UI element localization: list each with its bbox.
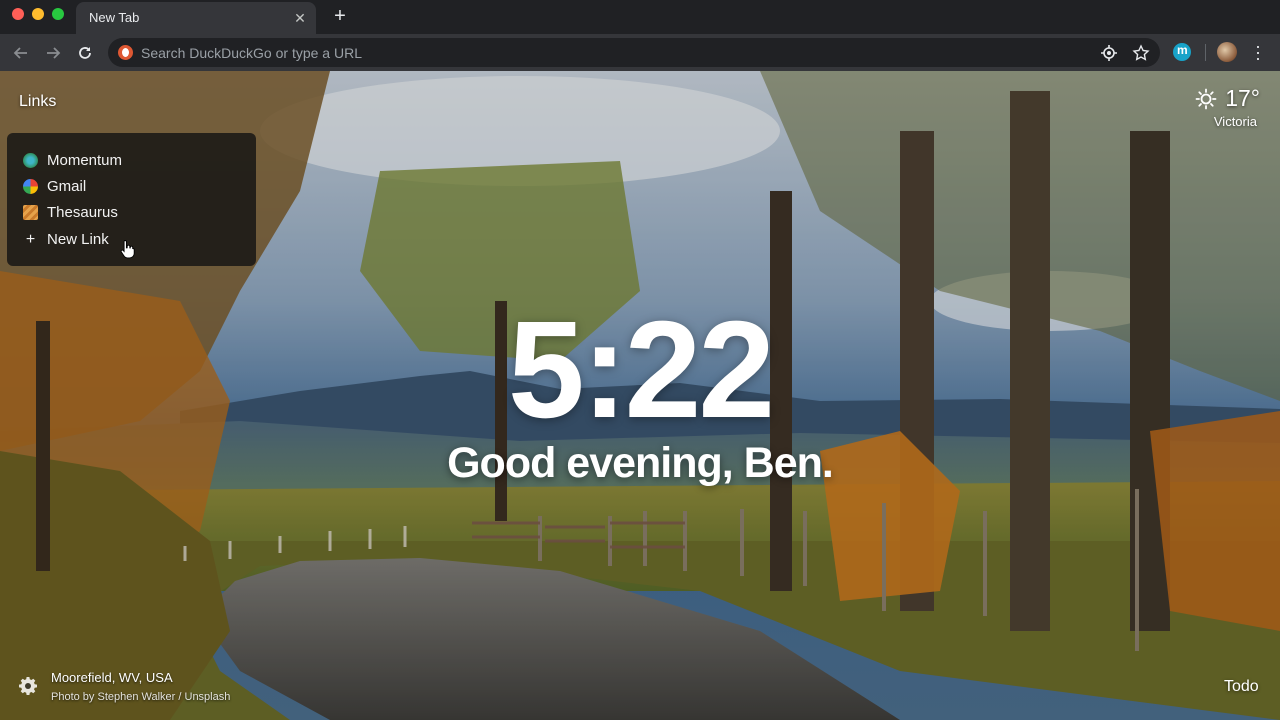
link-label: Momentum: [47, 151, 123, 169]
minimize-window-button[interactable]: [32, 8, 44, 20]
link-item-gmail[interactable]: Gmail: [23, 175, 86, 197]
forward-button[interactable]: [42, 42, 64, 64]
back-arrow-icon: [13, 47, 27, 59]
address-bar-placeholder: Search DuckDuckGo or type a URL: [141, 45, 362, 61]
link-item-thesaurus[interactable]: Thesaurus: [23, 201, 118, 223]
reload-icon: [79, 47, 91, 59]
thesaurus-icon: [23, 204, 38, 220]
back-button[interactable]: [10, 42, 32, 64]
plus-icon: +: [25, 230, 36, 248]
forward-arrow-icon: [47, 47, 61, 59]
duckduckgo-icon: [118, 45, 133, 60]
gmail-icon: [23, 178, 38, 194]
clock: 5:22: [507, 293, 775, 447]
todo-button[interactable]: Todo: [1224, 678, 1259, 696]
link-label: Thesaurus: [47, 203, 118, 221]
new-tab-page: Links Momentum Gmail Thesaurus + New Lin…: [0, 71, 1280, 720]
new-link-label: New Link: [47, 230, 109, 248]
hand-cursor-icon: [120, 240, 135, 259]
profile-avatar[interactable]: [1217, 42, 1237, 62]
sun-icon: [1195, 88, 1217, 109]
photo-location[interactable]: Moorefield, WV, USA: [51, 670, 173, 685]
reload-button[interactable]: [74, 42, 96, 64]
gear-icon[interactable]: [18, 676, 38, 696]
weather-location: Victoria: [1213, 114, 1257, 129]
links-toggle[interactable]: Links: [19, 93, 56, 111]
tab-title: New Tab: [89, 10, 140, 25]
location-target-icon[interactable]: [1100, 44, 1118, 62]
toolbar-divider: [1205, 44, 1206, 61]
browser-toolbar: Search DuckDuckGo or type a URL ···: [0, 34, 1280, 71]
bookmark-star-icon[interactable]: [1132, 44, 1150, 62]
weather-temperature: 17°: [1225, 85, 1260, 111]
new-link-button[interactable]: + New Link: [23, 228, 109, 250]
tab-strip: New Tab ✕ +: [0, 0, 1280, 34]
maximize-window-button[interactable]: [52, 8, 64, 20]
new-tab-button[interactable]: +: [330, 6, 350, 26]
browser-menu-icon[interactable]: · · ·: [1253, 37, 1263, 67]
close-window-button[interactable]: [12, 8, 24, 20]
momentum-extension-icon[interactable]: [1173, 43, 1191, 61]
link-item-momentum[interactable]: Momentum: [23, 149, 122, 171]
active-tab[interactable]: New Tab ✕: [76, 2, 316, 34]
close-tab-icon[interactable]: ✕: [292, 10, 308, 26]
photo-credit[interactable]: Photo by Stephen Walker / Unsplash: [51, 691, 230, 703]
weather-widget[interactable]: 17° Victoria: [1195, 85, 1260, 129]
momentum-icon: [23, 152, 38, 168]
link-label: Gmail: [47, 177, 87, 195]
address-bar[interactable]: Search DuckDuckGo or type a URL: [108, 38, 1160, 67]
greeting: Good evening, Ben.: [447, 439, 834, 487]
